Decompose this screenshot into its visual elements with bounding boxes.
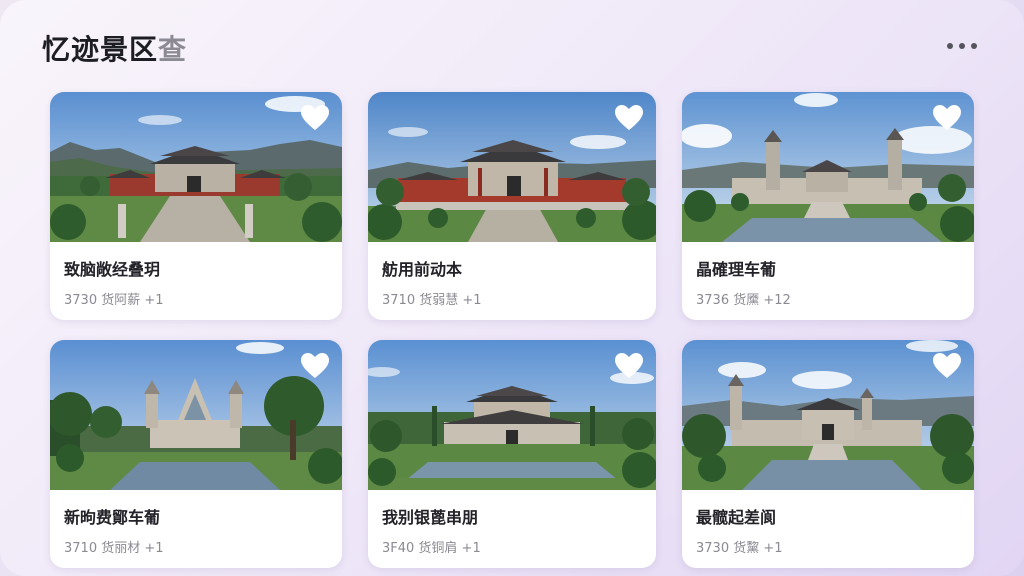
heart-icon[interactable] <box>614 104 644 132</box>
scenic-card[interactable]: 新昫费鄮车葡 3710 货丽材 +1 <box>50 340 342 568</box>
heart-icon[interactable] <box>932 104 962 132</box>
heart-icon[interactable] <box>300 104 330 132</box>
heart-icon[interactable] <box>614 352 644 380</box>
scenic-meta: 3730 货阿薪 +1 <box>64 293 164 308</box>
scenic-photo <box>50 340 342 490</box>
scenic-meta: 3F40 货铜肩 +1 <box>382 541 481 556</box>
scenic-card[interactable]: 致脑敞经叠玥 3730 货阿薪 +1 <box>50 92 342 320</box>
more-options-icon[interactable] <box>944 38 980 54</box>
page-header: 忆迹景区查 <box>42 28 187 68</box>
scenic-photo <box>368 340 656 490</box>
page-title-suffix: 查 <box>158 33 188 66</box>
dot <box>959 43 965 49</box>
scenic-name: 晶確理车葡 <box>696 260 777 279</box>
scenic-name: 致脑敞经叠玥 <box>64 260 161 279</box>
scenic-name: 新昫费鄮车葡 <box>64 508 161 527</box>
heart-icon[interactable] <box>932 352 962 380</box>
scenic-photo <box>682 340 974 490</box>
scenic-card[interactable]: 最髋起差阆 3730 货黧 +1 <box>682 340 974 568</box>
app-window: 忆迹景区查 致脑敞经叠玥 3730 货阿薪 +1 舫用前动本 3710 货弱慧 … <box>0 0 1024 576</box>
scenic-card[interactable]: 舫用前动本 3710 货弱慧 +1 <box>368 92 656 320</box>
heart-icon[interactable] <box>300 352 330 380</box>
dot <box>971 43 977 49</box>
scenic-meta: 3736 货黡 +12 <box>696 293 791 308</box>
scenic-name: 最髋起差阆 <box>696 508 777 527</box>
scenic-name: 我别银蓖串朋 <box>382 508 479 527</box>
scenic-card[interactable]: 晶確理车葡 3736 货黡 +12 <box>682 92 974 320</box>
scenic-card[interactable]: 我别银蓖串朋 3F40 货铜肩 +1 <box>368 340 656 568</box>
scenic-name: 舫用前动本 <box>382 260 463 279</box>
scenic-meta: 3710 货丽材 +1 <box>64 541 164 556</box>
page-title: 忆迹景区 <box>42 33 159 66</box>
scenic-photo <box>682 92 974 242</box>
dot <box>947 43 953 49</box>
scenic-meta: 3710 货弱慧 +1 <box>382 293 482 308</box>
scenic-photo <box>368 92 656 242</box>
scenic-photo <box>50 92 342 242</box>
scenic-meta: 3730 货黧 +1 <box>696 541 783 556</box>
scenic-grid: 致脑敞经叠玥 3730 货阿薪 +1 舫用前动本 3710 货弱慧 +1 晶確理… <box>50 92 974 568</box>
